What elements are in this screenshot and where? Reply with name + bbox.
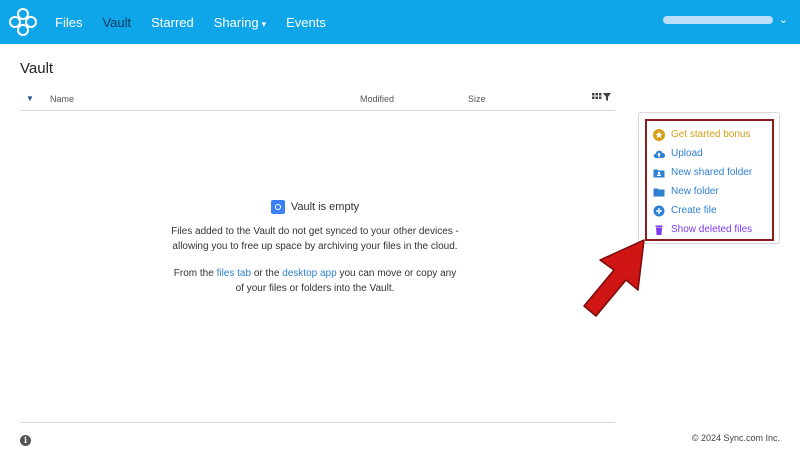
empty-state-description: Files added to the Vault do not get sync… (171, 226, 459, 252)
sync-logo-icon[interactable] (8, 8, 38, 36)
action-get-started-bonus[interactable]: Get started bonus (653, 125, 752, 144)
action-create-file[interactable]: Create file (653, 201, 752, 220)
cloud-upload-icon (653, 150, 665, 158)
main-nav: Files Vault Starred Sharing ▾ Events (55, 0, 326, 44)
nav-sharing[interactable]: Sharing ▾ (214, 15, 266, 30)
filter-icon[interactable] (603, 92, 611, 102)
column-header-modified[interactable]: Modified (360, 94, 394, 104)
page-title: Vault (20, 60, 54, 77)
empty-state-title: Vault is empty (290, 201, 360, 213)
trash-icon (655, 225, 663, 235)
folder-icon (653, 188, 665, 196)
action-upload[interactable]: Upload (653, 144, 752, 163)
grid-view-icon[interactable] (592, 92, 602, 102)
actions-panel: Get started bonus Upload New shared fold… (638, 112, 780, 244)
files-tab-link[interactable]: files tab (217, 268, 251, 279)
empty-state: Vault is empty Files added to the Vault … (170, 200, 460, 308)
column-header-size[interactable]: Size (468, 94, 486, 104)
annotation-arrow-icon (583, 239, 645, 317)
sort-toggle-icon[interactable]: ▼ (26, 94, 34, 103)
star-badge-icon (653, 128, 665, 141)
action-show-deleted-files[interactable]: Show deleted files (653, 220, 752, 239)
footer-divider (20, 422, 615, 423)
view-options (592, 92, 611, 102)
user-menu-chevron-icon: ⌄ (778, 14, 788, 26)
nav-files[interactable]: Files (55, 15, 82, 30)
actions-list: Get started bonus Upload New shared fold… (653, 125, 752, 239)
empty-state-instructions: From the files tab or the desktop app yo… (173, 268, 457, 294)
plus-circle-icon (653, 205, 665, 216)
info-icon[interactable]: i (20, 435, 31, 446)
desktop-app-link[interactable]: desktop app (282, 268, 337, 279)
vault-icon (270, 200, 285, 214)
action-new-folder[interactable]: New folder (653, 182, 752, 201)
file-table-header: ▼ Name Modified Size (20, 90, 615, 111)
nav-starred[interactable]: Starred (151, 15, 194, 30)
user-email-redacted (662, 15, 773, 24)
top-navigation-bar: Files Vault Starred Sharing ▾ Events ⌄ (0, 0, 800, 44)
nav-vault[interactable]: Vault (102, 15, 131, 30)
column-header-name[interactable]: Name (50, 94, 74, 104)
copyright-text: © 2024 Sync.com Inc. (691, 433, 780, 443)
shared-folder-icon (653, 169, 665, 177)
user-menu[interactable]: ⌄ (662, 13, 788, 26)
chevron-down-icon: ▾ (261, 18, 267, 29)
nav-events[interactable]: Events (286, 15, 326, 30)
action-new-shared-folder[interactable]: New shared folder (653, 163, 752, 182)
